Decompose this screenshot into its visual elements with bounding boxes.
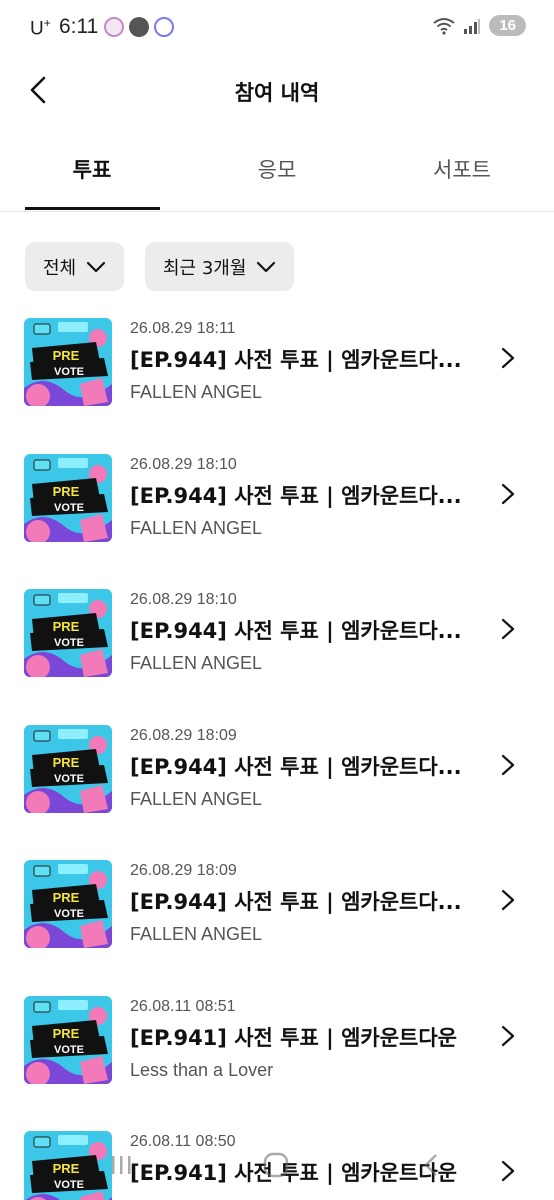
svg-text:PRE: PRE: [53, 619, 80, 634]
event-thumbnail: PRE VOTE: [24, 995, 112, 1084]
item-subtitle: FALLEN ANGEL: [130, 382, 263, 402]
chevron-down-icon: [257, 261, 276, 272]
item-date: 26.08.11 08:51: [130, 997, 236, 1015]
pre-vote-thumbnail-art: PRE VOTE: [24, 589, 112, 677]
item-subtitle: FALLEN ANGEL: [130, 517, 263, 538]
item-subtitle: FALLEN ANGEL: [130, 653, 263, 673]
item-title: [EP.944] 사전 투표 | 엠카운트다...: [130, 754, 462, 779]
svg-text:VOTE: VOTE: [54, 637, 84, 649]
svg-text:VOTE: VOTE: [54, 773, 84, 785]
event-thumbnail: PRE VOTE: [24, 860, 112, 948]
item-title: [EP.944] 사전 투표 | 엠카운트다...: [130, 483, 462, 508]
back-nav-icon[interactable]: [412, 1152, 452, 1178]
item-title: [EP.944] 사전 투표 | 엠카운트다...: [130, 619, 462, 643]
event-thumbnail: PRE VOTE: [24, 318, 112, 406]
system-navigation-bar: [0, 1150, 554, 1200]
type-filter-label: 전체: [43, 257, 77, 279]
pre-vote-thumbnail-art: PRE VOTE: [24, 318, 112, 406]
chat-notification-icon: [129, 17, 149, 37]
list-item[interactable]: PRE VOTE 26.08.11 08:51 [EP.941] 사전 투표 |…: [0, 978, 554, 1113]
chevron-right-icon: [501, 347, 515, 369]
event-thumbnail: PRE VOTE: [24, 724, 112, 813]
list-item[interactable]: PRE VOTE 26.08.29 18:10 [EP.944] 사전 투표 |…: [0, 436, 554, 571]
pre-vote-thumbnail-art: PRE VOTE: [24, 724, 112, 813]
status-bar: U+ 6:11 16: [0, 0, 554, 56]
recent-apps-icon[interactable]: [102, 1152, 142, 1178]
notification-icons: [104, 17, 174, 37]
svg-text:VOTE: VOTE: [54, 502, 84, 514]
item-title: [EP.944] 사전 투표 | 엠카운트다...: [130, 890, 462, 914]
chevron-right-icon: [501, 618, 515, 640]
pre-vote-thumbnail-art: PRE VOTE: [24, 453, 112, 542]
item-title: [EP.941] 사전 투표 | 엠카운트다운: [130, 1025, 458, 1050]
wifi-icon: [433, 17, 455, 35]
map-notification-icon: [154, 17, 174, 37]
svg-text:PRE: PRE: [53, 484, 80, 499]
carrier-label: U+: [30, 16, 51, 40]
item-date: 26.08.29 18:11: [130, 320, 236, 337]
tab-entry[interactable]: 응모: [207, 154, 347, 184]
event-thumbnail: PRE VOTE: [24, 589, 112, 677]
list-item[interactable]: PRE VOTE 26.08.29 18:09 [EP.944] 사전 투표 |…: [0, 842, 554, 977]
period-filter-dropdown[interactable]: 최근 3개월: [145, 242, 295, 291]
tab-vote[interactable]: 투표: [22, 154, 162, 184]
active-tab-indicator: [25, 207, 160, 210]
item-date: 26.08.11 08:50: [130, 1133, 236, 1150]
period-filter-label: 최근 3개월: [163, 257, 247, 279]
system-icons: 16: [433, 15, 526, 36]
chevron-down-icon: [87, 261, 106, 272]
svg-text:VOTE: VOTE: [54, 366, 84, 378]
item-date: 26.08.29 18:09: [130, 726, 237, 744]
svg-text:PRE: PRE: [53, 1026, 80, 1041]
app-notification-icon: [104, 17, 124, 37]
item-date: 26.08.29 18:09: [130, 862, 237, 879]
event-thumbnail: PRE VOTE: [24, 453, 112, 542]
item-date: 26.08.29 18:10: [130, 591, 237, 608]
tab-bar: 투표 응모 서포트: [0, 140, 554, 212]
pre-vote-thumbnail-art: PRE VOTE: [24, 860, 112, 948]
item-subtitle: FALLEN ANGEL: [130, 924, 263, 944]
svg-text:PRE: PRE: [53, 348, 80, 363]
pre-vote-thumbnail-art: PRE VOTE: [24, 995, 112, 1084]
item-date: 26.08.29 18:10: [130, 455, 237, 473]
home-icon[interactable]: [257, 1152, 297, 1178]
list-item[interactable]: PRE VOTE 26.08.29 18:11 [EP.944] 사전 투표 |…: [0, 300, 554, 435]
page-title: 참여 내역: [234, 81, 320, 105]
signal-icon: [464, 18, 481, 34]
svg-text:PRE: PRE: [53, 890, 80, 905]
svg-text:VOTE: VOTE: [54, 1044, 84, 1056]
type-filter-dropdown[interactable]: 전체: [25, 242, 125, 291]
list-item[interactable]: PRE VOTE 26.08.29 18:09 [EP.944] 사전 투표 |…: [0, 707, 554, 842]
status-time: 6:11: [59, 15, 99, 38]
chevron-right-icon: [501, 483, 515, 504]
chevron-right-icon: [501, 1025, 515, 1046]
app-header: 참여 내역: [0, 56, 554, 126]
list-item[interactable]: PRE VOTE 26.08.29 18:10 [EP.944] 사전 투표 |…: [0, 571, 554, 706]
chevron-right-icon: [501, 889, 515, 911]
tab-support[interactable]: 서포트: [392, 154, 532, 184]
battery-indicator: 16: [489, 15, 526, 36]
item-subtitle: FALLEN ANGEL: [130, 788, 263, 809]
item-subtitle: Less than a Lover: [130, 1059, 274, 1080]
chevron-right-icon: [501, 754, 515, 775]
svg-text:VOTE: VOTE: [54, 908, 84, 920]
svg-text:PRE: PRE: [53, 755, 80, 770]
item-title: [EP.944] 사전 투표 | 엠카운트다...: [130, 348, 462, 372]
